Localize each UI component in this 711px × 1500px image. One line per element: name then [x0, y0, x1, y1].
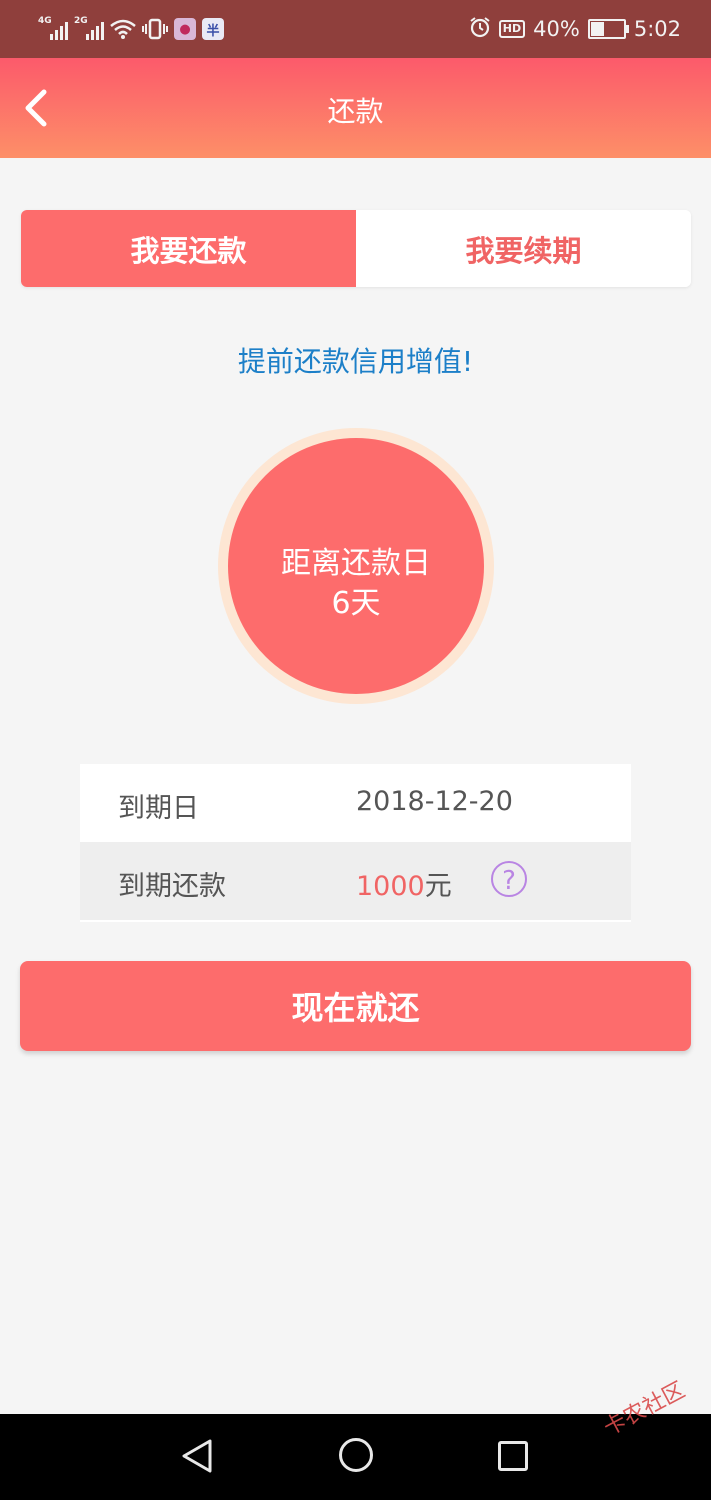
- due-amount-value: 1000元: [356, 864, 452, 903]
- repayment-info-card: 到期日 2018-12-20 到期还款 1000元 ?: [80, 764, 631, 922]
- nav-recents-icon[interactable]: [498, 1441, 528, 1471]
- hd-voice-icon: HD: [498, 20, 526, 38]
- vibrate-icon: [142, 18, 168, 40]
- network-type-label-2: 2G: [74, 16, 88, 26]
- due-amount-label: 到期还款: [118, 871, 226, 902]
- slogan: 提前还款信用增值!: [237, 345, 474, 378]
- cellular-signal-icon: 4G: [38, 16, 68, 40]
- wifi-icon: [110, 19, 136, 39]
- network-type-label: 4G: [38, 16, 52, 26]
- alarm-icon: [469, 16, 491, 43]
- help-question-icon[interactable]: ?: [491, 861, 527, 897]
- app-notification-icon-2: 半: [202, 18, 224, 40]
- header: 还款: [0, 58, 711, 158]
- battery-level: [590, 22, 605, 36]
- due-amount-number: 1000: [356, 871, 425, 902]
- due-date-row: 到期日 2018-12-20: [80, 764, 631, 842]
- countdown-label: 距离还款日: [281, 546, 431, 581]
- due-date-value: 2018-12-20: [356, 786, 513, 817]
- due-amount-row: 到期还款 1000元 ?: [80, 842, 631, 920]
- battery-icon: [587, 19, 629, 39]
- due-date-label: 到期日: [118, 793, 199, 824]
- clock: 5:02: [633, 17, 681, 41]
- countdown-ring: 距离还款日 6天: [218, 428, 494, 704]
- status-bar: 4G 2G ● 半 HD 40% 5:02: [0, 0, 711, 58]
- tab-bar: 我要还款 我要续期: [21, 210, 691, 287]
- tab-repay[interactable]: 我要还款: [21, 210, 356, 287]
- battery-percent: 40%: [533, 17, 580, 41]
- countdown-circle: 距离还款日 6天: [228, 438, 484, 694]
- cellular-signal-icon-2: 2G: [74, 16, 104, 40]
- due-amount-unit: 元: [424, 871, 452, 902]
- pay-now-button[interactable]: 现在就还: [20, 961, 691, 1051]
- nav-home-icon[interactable]: [339, 1438, 373, 1472]
- countdown-value: 6天: [331, 586, 381, 621]
- app-notification-icon: ●: [174, 18, 196, 40]
- tab-extend[interactable]: 我要续期: [356, 210, 691, 287]
- nav-back-icon[interactable]: [180, 1438, 214, 1478]
- page-title: 还款: [327, 95, 384, 128]
